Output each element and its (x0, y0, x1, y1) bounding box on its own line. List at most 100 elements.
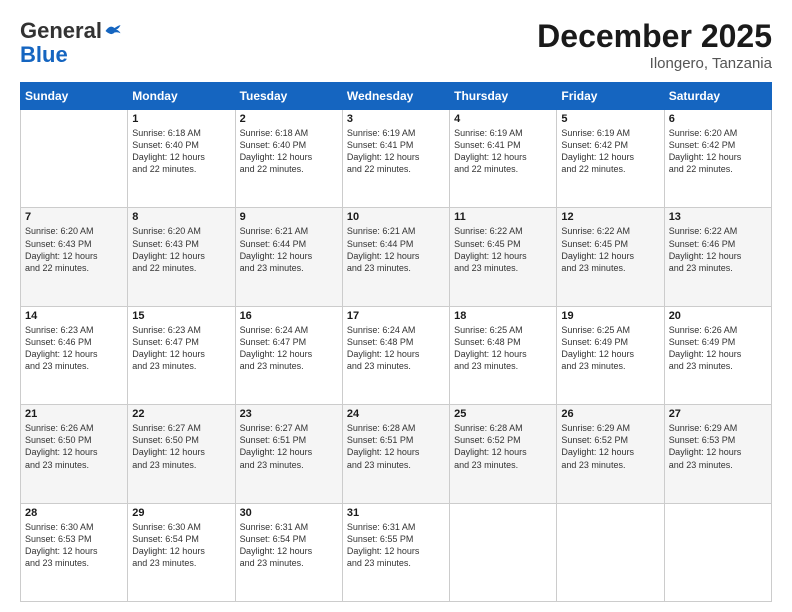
calendar-cell: 8 Sunrise: 6:20 AM Sunset: 6:43 PM Daylig… (128, 208, 235, 306)
day-info: Sunrise: 6:18 AM Sunset: 6:40 PM Dayligh… (240, 127, 338, 176)
calendar-cell: 7 Sunrise: 6:20 AM Sunset: 6:43 PM Daylig… (21, 208, 128, 306)
calendar-header-tuesday: Tuesday (235, 83, 342, 110)
calendar-header-sunday: Sunday (21, 83, 128, 110)
day-info: Sunrise: 6:20 AM Sunset: 6:43 PM Dayligh… (132, 225, 230, 274)
day-number: 8 (132, 211, 230, 223)
logo: General Blue (20, 18, 122, 66)
calendar-cell: 21 Sunrise: 6:26 AM Sunset: 6:50 PM Dayli… (21, 405, 128, 503)
page: General Blue December 2025 Ilongero, Tan… (0, 0, 792, 612)
day-number: 1 (132, 113, 230, 125)
calendar-header-thursday: Thursday (450, 83, 557, 110)
day-info: Sunrise: 6:19 AM Sunset: 6:41 PM Dayligh… (454, 127, 552, 176)
day-number: 6 (669, 113, 767, 125)
day-number: 29 (132, 507, 230, 519)
calendar-week-4: 28Sunrise: 6:30 AM Sunset: 6:53 PM Dayli… (21, 503, 772, 601)
calendar-cell (664, 503, 771, 601)
day-info: Sunrise: 6:22 AM Sunset: 6:45 PM Dayligh… (454, 225, 552, 274)
calendar-cell: 5 Sunrise: 6:19 AM Sunset: 6:42 PM Daylig… (557, 110, 664, 208)
day-info: Sunrise: 6:23 AM Sunset: 6:47 PM Dayligh… (132, 324, 230, 373)
day-info: Sunrise: 6:20 AM Sunset: 6:42 PM Dayligh… (669, 127, 767, 176)
day-info: Sunrise: 6:26 AM Sunset: 6:50 PM Dayligh… (25, 422, 123, 471)
calendar-cell: 28Sunrise: 6:30 AM Sunset: 6:53 PM Dayli… (21, 503, 128, 601)
calendar-cell: 1 Sunrise: 6:18 AM Sunset: 6:40 PM Daylig… (128, 110, 235, 208)
calendar-cell: 16 Sunrise: 6:24 AM Sunset: 6:47 PM Dayli… (235, 306, 342, 404)
day-number: 12 (561, 211, 659, 223)
calendar-cell: 17 Sunrise: 6:24 AM Sunset: 6:48 PM Dayli… (342, 306, 449, 404)
header: General Blue December 2025 Ilongero, Tan… (20, 18, 772, 72)
day-info: Sunrise: 6:26 AM Sunset: 6:49 PM Dayligh… (669, 324, 767, 373)
day-info: Sunrise: 6:29 AM Sunset: 6:52 PM Dayligh… (561, 422, 659, 471)
day-info: Sunrise: 6:20 AM Sunset: 6:43 PM Dayligh… (25, 225, 123, 274)
day-info: Sunrise: 6:25 AM Sunset: 6:48 PM Dayligh… (454, 324, 552, 373)
day-number: 10 (347, 211, 445, 223)
calendar-cell (21, 110, 128, 208)
calendar-cell: 30Sunrise: 6:31 AM Sunset: 6:54 PM Dayli… (235, 503, 342, 601)
calendar-cell: 4 Sunrise: 6:19 AM Sunset: 6:41 PM Daylig… (450, 110, 557, 208)
day-info: Sunrise: 6:27 AM Sunset: 6:51 PM Dayligh… (240, 422, 338, 471)
calendar-cell (557, 503, 664, 601)
title-section: December 2025 Ilongero, Tanzania (537, 18, 772, 72)
day-number: 7 (25, 211, 123, 223)
month-title: December 2025 (537, 18, 772, 55)
calendar-header-wednesday: Wednesday (342, 83, 449, 110)
calendar-cell: 2 Sunrise: 6:18 AM Sunset: 6:40 PM Daylig… (235, 110, 342, 208)
day-number: 9 (240, 211, 338, 223)
day-number: 16 (240, 310, 338, 322)
calendar-cell: 11 Sunrise: 6:22 AM Sunset: 6:45 PM Dayli… (450, 208, 557, 306)
calendar-cell: 25 Sunrise: 6:28 AM Sunset: 6:52 PM Dayli… (450, 405, 557, 503)
day-number: 30 (240, 507, 338, 519)
day-number: 28 (25, 507, 123, 519)
day-info: Sunrise: 6:19 AM Sunset: 6:42 PM Dayligh… (561, 127, 659, 176)
day-info: Sunrise: 6:18 AM Sunset: 6:40 PM Dayligh… (132, 127, 230, 176)
day-number: 13 (669, 211, 767, 223)
location: Ilongero, Tanzania (537, 55, 772, 72)
day-info: Sunrise: 6:22 AM Sunset: 6:45 PM Dayligh… (561, 225, 659, 274)
day-number: 2 (240, 113, 338, 125)
day-number: 26 (561, 408, 659, 420)
logo-general: General (20, 18, 102, 44)
day-number: 11 (454, 211, 552, 223)
calendar-header-saturday: Saturday (664, 83, 771, 110)
day-number: 24 (347, 408, 445, 420)
day-number: 15 (132, 310, 230, 322)
day-info: Sunrise: 6:21 AM Sunset: 6:44 PM Dayligh… (347, 225, 445, 274)
calendar-cell: 14 Sunrise: 6:23 AM Sunset: 6:46 PM Dayli… (21, 306, 128, 404)
calendar-cell: 9 Sunrise: 6:21 AM Sunset: 6:44 PM Daylig… (235, 208, 342, 306)
day-number: 25 (454, 408, 552, 420)
day-number: 14 (25, 310, 123, 322)
day-info: Sunrise: 6:27 AM Sunset: 6:50 PM Dayligh… (132, 422, 230, 471)
calendar-table: SundayMondayTuesdayWednesdayThursdayFrid… (20, 82, 772, 602)
calendar-header-monday: Monday (128, 83, 235, 110)
calendar-cell: 22Sunrise: 6:27 AM Sunset: 6:50 PM Dayli… (128, 405, 235, 503)
day-number: 4 (454, 113, 552, 125)
calendar-cell: 23Sunrise: 6:27 AM Sunset: 6:51 PM Dayli… (235, 405, 342, 503)
day-number: 17 (347, 310, 445, 322)
day-info: Sunrise: 6:24 AM Sunset: 6:48 PM Dayligh… (347, 324, 445, 373)
calendar-week-2: 14 Sunrise: 6:23 AM Sunset: 6:46 PM Dayli… (21, 306, 772, 404)
calendar-header-row: SundayMondayTuesdayWednesdayThursdayFrid… (21, 83, 772, 110)
day-number: 3 (347, 113, 445, 125)
day-info: Sunrise: 6:24 AM Sunset: 6:47 PM Dayligh… (240, 324, 338, 373)
day-info: Sunrise: 6:28 AM Sunset: 6:52 PM Dayligh… (454, 422, 552, 471)
calendar-cell: 31Sunrise: 6:31 AM Sunset: 6:55 PM Dayli… (342, 503, 449, 601)
logo-bird-icon (104, 24, 122, 38)
day-number: 21 (25, 408, 123, 420)
calendar-cell: 24Sunrise: 6:28 AM Sunset: 6:51 PM Dayli… (342, 405, 449, 503)
calendar-cell: 26 Sunrise: 6:29 AM Sunset: 6:52 PM Dayli… (557, 405, 664, 503)
calendar-cell: 29Sunrise: 6:30 AM Sunset: 6:54 PM Dayli… (128, 503, 235, 601)
day-info: Sunrise: 6:21 AM Sunset: 6:44 PM Dayligh… (240, 225, 338, 274)
day-number: 19 (561, 310, 659, 322)
calendar-week-1: 7 Sunrise: 6:20 AM Sunset: 6:43 PM Daylig… (21, 208, 772, 306)
day-info: Sunrise: 6:23 AM Sunset: 6:46 PM Dayligh… (25, 324, 123, 373)
calendar-cell: 12 Sunrise: 6:22 AM Sunset: 6:45 PM Dayli… (557, 208, 664, 306)
day-number: 5 (561, 113, 659, 125)
day-number: 27 (669, 408, 767, 420)
calendar-cell: 20Sunrise: 6:26 AM Sunset: 6:49 PM Dayli… (664, 306, 771, 404)
calendar-cell: 6 Sunrise: 6:20 AM Sunset: 6:42 PM Daylig… (664, 110, 771, 208)
calendar-cell: 19Sunrise: 6:25 AM Sunset: 6:49 PM Dayli… (557, 306, 664, 404)
day-info: Sunrise: 6:29 AM Sunset: 6:53 PM Dayligh… (669, 422, 767, 471)
calendar-cell: 18Sunrise: 6:25 AM Sunset: 6:48 PM Dayli… (450, 306, 557, 404)
day-info: Sunrise: 6:19 AM Sunset: 6:41 PM Dayligh… (347, 127, 445, 176)
day-info: Sunrise: 6:31 AM Sunset: 6:55 PM Dayligh… (347, 521, 445, 570)
calendar-cell: 15 Sunrise: 6:23 AM Sunset: 6:47 PM Dayli… (128, 306, 235, 404)
